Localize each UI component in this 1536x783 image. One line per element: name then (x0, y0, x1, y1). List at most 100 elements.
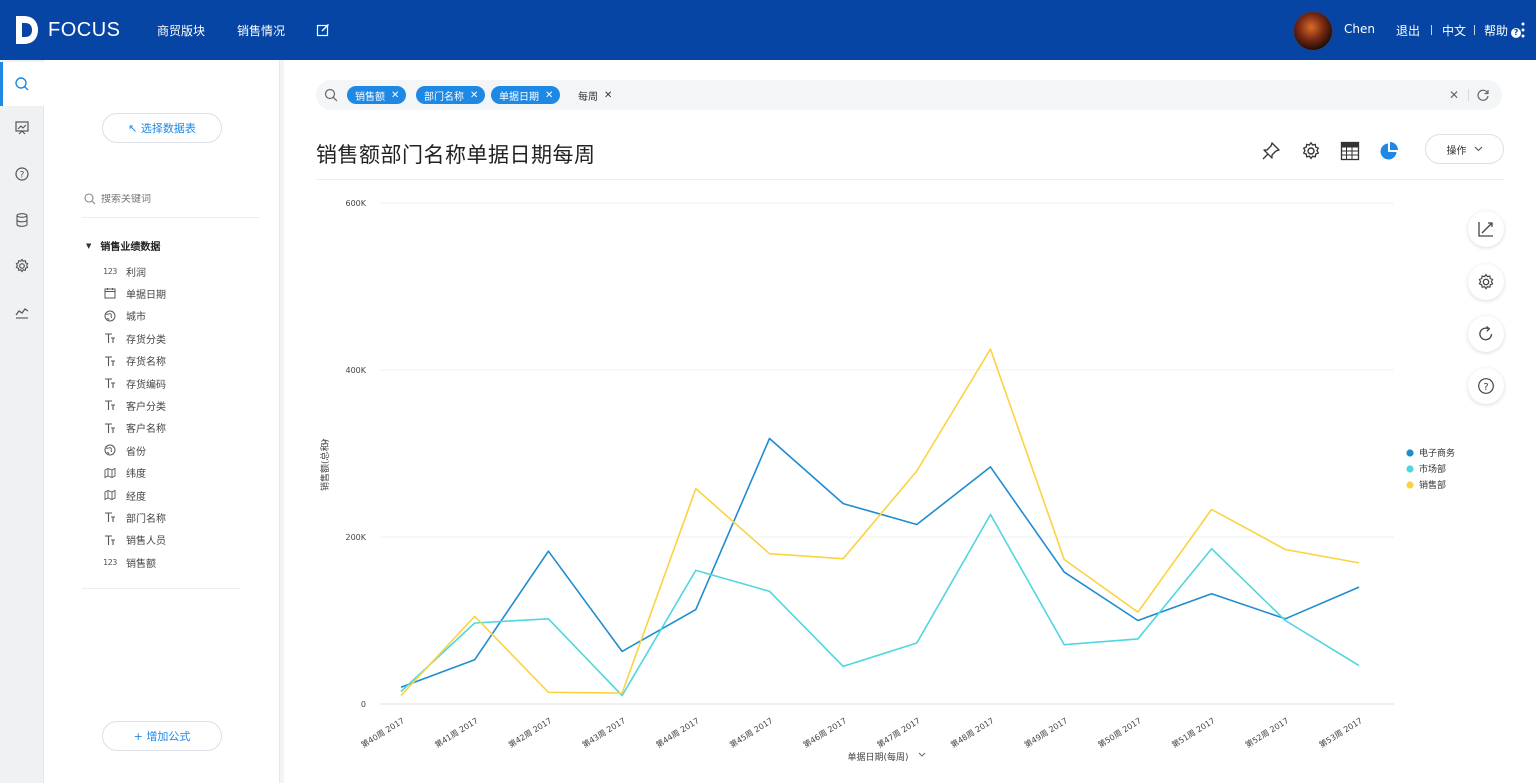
search-icon (84, 193, 96, 205)
legend-marker (1406, 465, 1414, 473)
rail-trend[interactable] (0, 290, 44, 334)
number-icon: 123 (103, 266, 117, 276)
close-icon[interactable]: ✕ (470, 90, 478, 101)
field-label: 客户名称 (126, 424, 166, 436)
axis-icon (1478, 222, 1493, 237)
field-label: 销售人员 (126, 536, 166, 548)
search-bar[interactable]: 销售额 ✕ 部门名称 ✕ 单据日期 ✕ 每周 ✕ ✕ (316, 80, 1502, 110)
text-icon (102, 421, 118, 435)
clear-icon[interactable]: ✕ (1449, 88, 1459, 102)
rail-search[interactable] (0, 62, 44, 106)
map-icon (102, 488, 118, 502)
close-icon[interactable]: ✕ (604, 90, 612, 101)
field-item[interactable]: 123 销售额 (102, 553, 156, 571)
y-tick-label: 0 (361, 700, 366, 709)
map-icon (102, 466, 118, 480)
nav-sales-status[interactable]: 销售情况 (237, 22, 285, 39)
divider (1431, 25, 1432, 35)
operations-dropdown[interactable]: 操作 (1425, 134, 1504, 164)
x-tick-label: 第40周 2017 (359, 715, 406, 749)
y-tick-label: 400K (345, 366, 366, 375)
data-panel: ↖ 选择数据表 ▼ 销售业绩数据 123 利润单据日期城市存货分类存货名称存货编码… (44, 60, 280, 783)
rail-settings[interactable] (0, 244, 44, 288)
x-tick-label: 第49周 2017 (1022, 715, 1069, 749)
field-item[interactable]: 省份 (102, 441, 146, 459)
tree-root[interactable]: ▼ 销售业绩数据 (86, 238, 160, 254)
logo-text: FOCUS (48, 18, 121, 41)
divider (82, 588, 240, 589)
y-tick-label: 200K (345, 533, 366, 542)
edit-icon[interactable] (316, 23, 330, 37)
number-icon: 123 (103, 557, 117, 567)
field-item[interactable]: 存货名称 (102, 352, 166, 370)
gear-icon (1302, 141, 1320, 160)
field-item[interactable]: 部门名称 (102, 508, 166, 526)
x-tick-label: 第41周 2017 (433, 715, 480, 749)
axis-settings-button[interactable] (1468, 211, 1504, 247)
field-label: 纬度 (126, 469, 146, 481)
operations-label: 操作 (1446, 145, 1467, 157)
field-item[interactable]: 纬度 (102, 464, 146, 482)
field-search-input[interactable] (101, 193, 251, 205)
x-tick-label: 第50周 2017 (1096, 715, 1143, 749)
search-token-plain[interactable]: 每周 ✕ (574, 86, 619, 104)
field-label: 单据日期 (126, 289, 166, 301)
language-switch[interactable]: 中文 (1442, 22, 1466, 39)
table-view-button[interactable] (1339, 140, 1361, 162)
field-label: 部门名称 (126, 513, 166, 525)
field-item[interactable]: 经度 (102, 486, 146, 504)
legend-marker (1406, 481, 1414, 489)
close-icon[interactable]: ✕ (545, 90, 553, 101)
refresh-icon[interactable] (1476, 88, 1490, 102)
legend-label: 电子商务 (1419, 447, 1455, 459)
board-icon (15, 121, 29, 135)
field-item[interactable]: 存货分类 (102, 329, 166, 347)
field-item[interactable]: 城市 (102, 307, 146, 325)
close-icon[interactable]: ✕ (391, 90, 399, 101)
field-item[interactable]: 销售人员 (102, 531, 166, 549)
field-label: 城市 (126, 312, 146, 324)
field-item[interactable]: 123 利润 (102, 262, 146, 280)
rail-data[interactable] (0, 198, 44, 242)
field-item[interactable]: 存货编码 (102, 374, 166, 392)
field-label: 销售额 (126, 558, 156, 570)
logout-link[interactable]: 退出 (1396, 22, 1420, 39)
chart-help-button[interactable]: ? (1468, 368, 1504, 404)
x-tick-label: 第48周 2017 (949, 715, 996, 749)
nav-trade-section[interactable]: 商贸版块 (157, 22, 205, 39)
chart-settings-button[interactable] (1300, 140, 1322, 162)
chart-type-button[interactable] (1378, 140, 1400, 162)
search-token[interactable]: 单据日期 ✕ (491, 86, 561, 104)
search-token[interactable]: 销售额 ✕ (347, 86, 407, 104)
help-label: 帮助 (1484, 24, 1509, 38)
token-label: 部门名称 (424, 91, 464, 103)
field-label: 客户分类 (126, 401, 166, 413)
field-item[interactable]: 客户名称 (102, 419, 166, 437)
focus-logo[interactable]: FOCUS (14, 14, 121, 46)
field-search[interactable] (84, 188, 260, 210)
refresh-chart-button[interactable] (1468, 316, 1504, 352)
add-formula-button[interactable]: + 增加公式 (102, 721, 222, 751)
more-vertical-icon[interactable] (1521, 22, 1525, 38)
field-item[interactable]: 单据日期 (102, 284, 166, 302)
rail-board[interactable] (0, 106, 44, 150)
field-item[interactable]: 客户分类 (102, 396, 166, 414)
legend-label: 市场部 (1419, 463, 1446, 475)
text-icon (102, 533, 118, 547)
select-table-button[interactable]: ↖ 选择数据表 (102, 113, 222, 143)
help-link[interactable]: 帮助? (1484, 22, 1522, 39)
chevron-down-icon (918, 752, 926, 757)
search-token[interactable]: 部门名称 ✕ (416, 86, 486, 104)
avatar[interactable] (1293, 11, 1333, 51)
chevron-down-icon (1474, 146, 1482, 152)
divider (1474, 25, 1475, 35)
rail-help[interactable]: ? (0, 152, 44, 196)
pin-button[interactable] (1260, 140, 1282, 162)
display-settings-button[interactable] (1468, 264, 1504, 300)
field-label: 存货分类 (126, 334, 166, 346)
top-bar: FOCUS 商贸版块 销售情况 Chen 退出 中文 帮助? (0, 0, 1536, 60)
svg-text:?: ? (1483, 382, 1488, 393)
x-axis-label: 单据日期(每周) (847, 751, 908, 763)
user-name[interactable]: Chen (1344, 22, 1375, 36)
text-icon (102, 354, 118, 368)
